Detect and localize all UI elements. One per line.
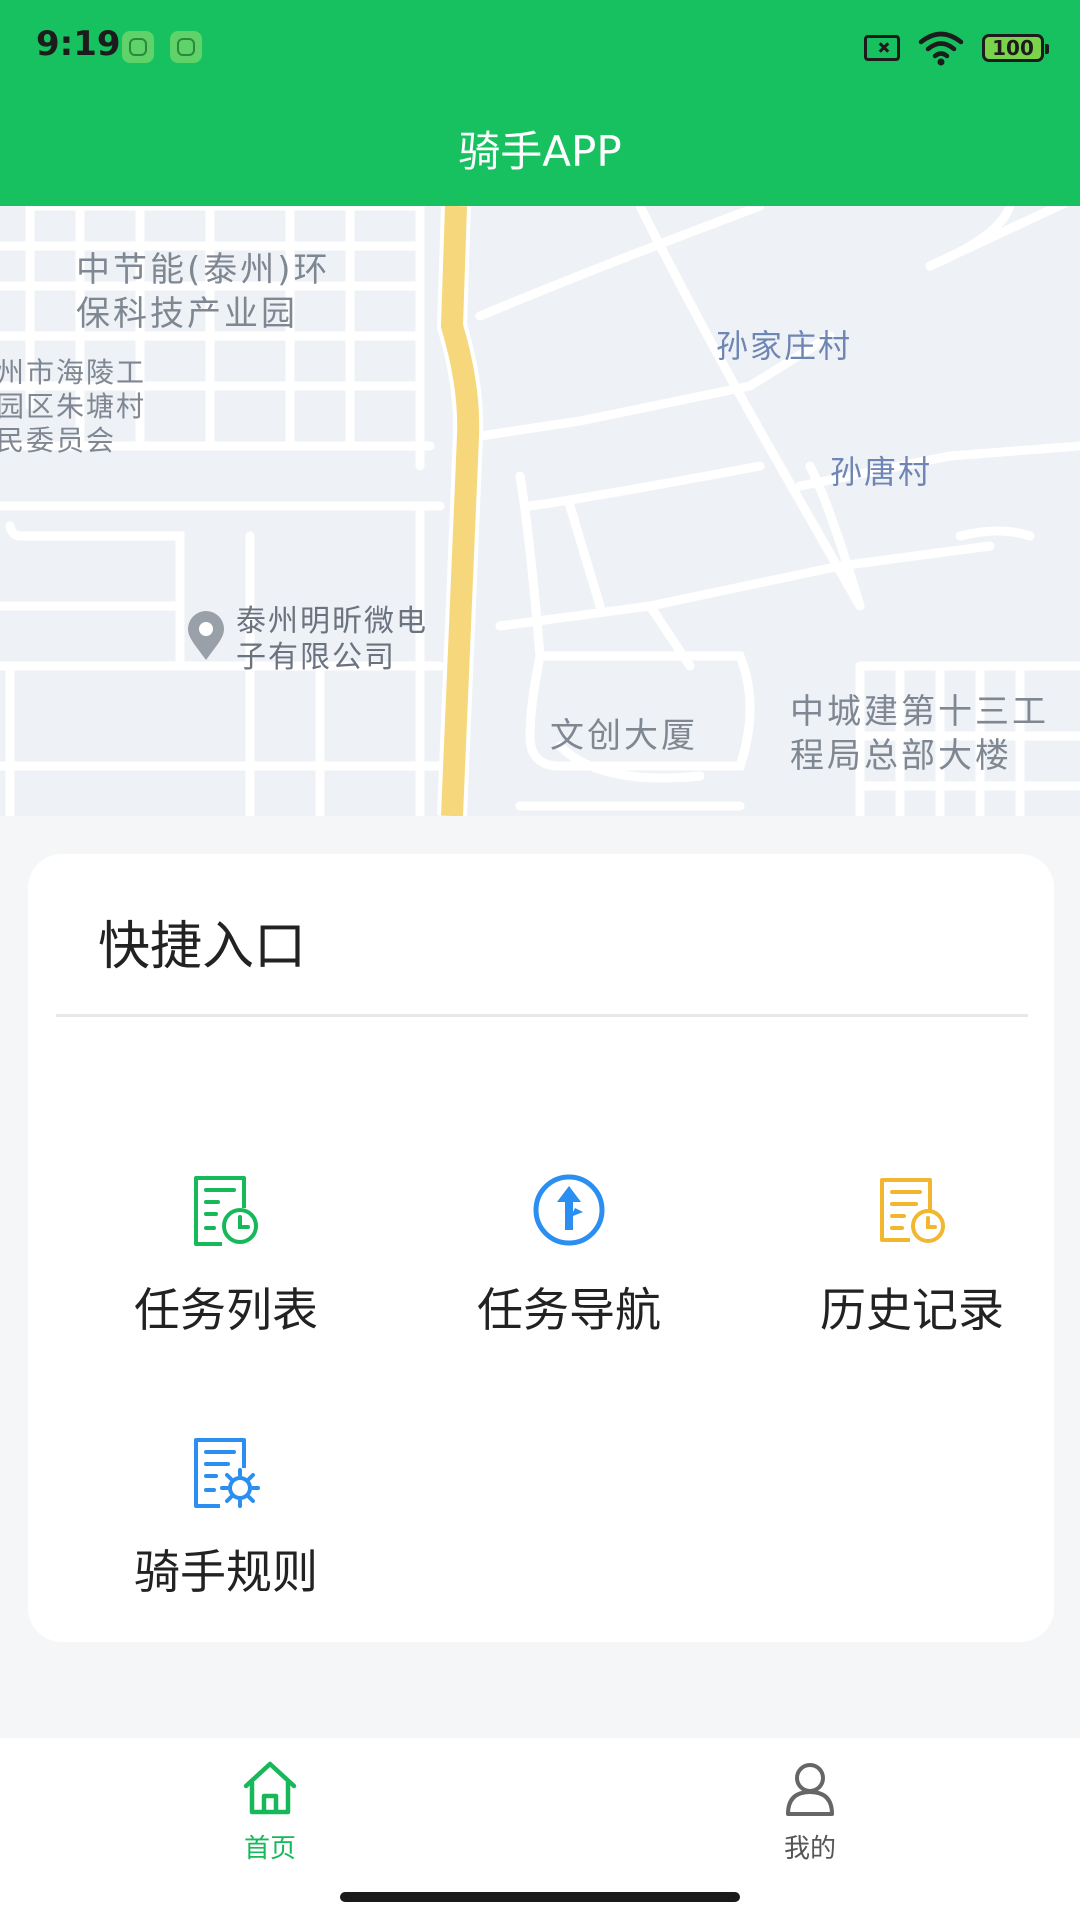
tab-mine-label: 我的 — [783, 1834, 836, 1864]
quick-entry-card: 快捷入口 任务列表 任务导航 历史记录 骑手规则 — [28, 854, 1054, 1642]
task-list-button[interactable]: 任务列表 — [76, 1172, 376, 1402]
map-label-suntang: 孙唐村 — [830, 453, 933, 491]
status-icons: 100 — [864, 28, 1049, 68]
location-pin-icon[interactable] — [186, 610, 226, 662]
home-indicator[interactable] — [340, 1892, 740, 1902]
status-time: 9:19 — [36, 24, 121, 64]
map-label-wenchuang: 文创大厦 — [550, 716, 698, 756]
task-navigation-label: 任务导航 — [477, 1283, 661, 1337]
map-label-park: 中节能(泰州)环 保科技产业园 — [76, 250, 331, 334]
profile-icon — [786, 1763, 834, 1816]
task-navigation-button[interactable]: 任务导航 — [419, 1172, 719, 1402]
history-button[interactable]: 历史记录 — [762, 1172, 1062, 1402]
task-list-label: 任务列表 — [134, 1283, 318, 1337]
top-bar: 9:19 100 骑手APP — [0, 0, 1080, 206]
history-icon — [880, 1178, 945, 1243]
map-label-zhongchengjian: 中城建第十三工 程局总部大楼 — [790, 692, 1049, 776]
battery-level: 100 — [992, 36, 1034, 60]
rider-rules-button[interactable]: 骑手规则 — [76, 1434, 376, 1664]
page-title: 骑手APP — [458, 127, 622, 176]
map-label-committee: 州市海陵工 园区朱塘村 民委员会 — [0, 356, 147, 457]
map-view[interactable]: 中节能(泰州)环 保科技产业园 州市海陵工 园区朱塘村 民委员会 孙家庄村 孙唐… — [0, 206, 1080, 816]
tab-home-label: 首页 — [243, 1834, 296, 1864]
task-list-icon — [194, 1176, 258, 1246]
divider — [56, 1014, 1028, 1017]
rules-icon — [194, 1438, 260, 1508]
quick-entry-title: 快捷入口 — [98, 917, 307, 977]
notification-app-icon — [170, 31, 202, 63]
tab-home[interactable]: 首页 — [170, 1758, 370, 1878]
notification-app-icon — [122, 31, 154, 63]
no-sim-icon — [864, 35, 900, 61]
navigation-icon — [533, 1174, 605, 1246]
map-label-company[interactable]: 泰州明昕微电 子有限公司 — [236, 604, 428, 676]
battery-icon: 100 — [982, 34, 1049, 62]
tab-mine[interactable]: 我的 — [710, 1758, 910, 1878]
rider-rules-label: 骑手规则 — [134, 1545, 318, 1599]
history-label: 历史记录 — [820, 1283, 1004, 1337]
home-icon — [243, 1761, 297, 1815]
wifi-icon — [918, 31, 964, 66]
map-label-sunjiazhuang: 孙家庄村 — [716, 327, 853, 365]
